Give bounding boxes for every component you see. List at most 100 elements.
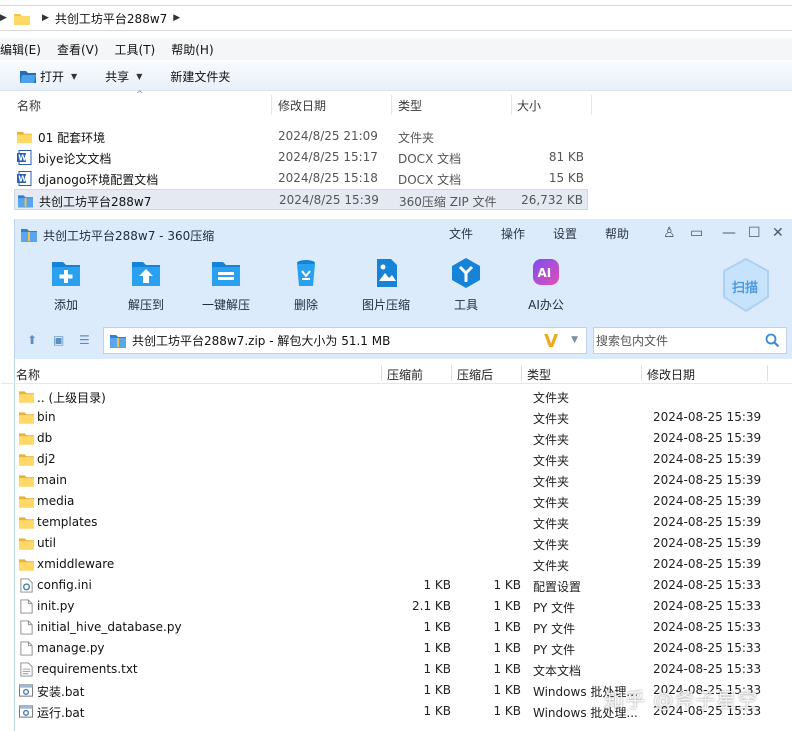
v-badge-icon[interactable]: V	[544, 331, 558, 352]
thumbnail-view-icon[interactable]: ▣	[53, 333, 64, 347]
file-name: bin	[37, 410, 56, 424]
column-divider[interactable]	[451, 365, 452, 381]
menu-tools[interactable]: 工具(T)	[115, 41, 156, 58]
zip-menu-file[interactable]: 文件	[449, 225, 473, 242]
column-size[interactable]: 大小	[517, 97, 541, 114]
file-date: 2024-08-25 15:39	[653, 452, 762, 466]
scan-button[interactable]: 扫描	[721, 257, 771, 313]
dropdown-arrow-icon[interactable]: ▼	[571, 335, 578, 345]
file-type: 文件夹	[533, 475, 570, 489]
column-divider[interactable]	[381, 365, 382, 381]
menu-help[interactable]: 帮助(H)	[171, 41, 213, 58]
address-path[interactable]: 共创工坊平台288w7	[55, 10, 167, 27]
folder-icon	[17, 131, 32, 144]
column-divider[interactable]	[521, 365, 522, 381]
column-type[interactable]: 类型	[527, 366, 551, 383]
zip-file-row[interactable]: dj2 文件夹 2024-08-25 15:39	[15, 449, 792, 470]
file-row-selected[interactable]: 共创工坊平台288w7 2024/8/25 15:39 360压缩 ZIP 文件…	[14, 189, 588, 210]
menu-edit[interactable]: 编辑(E)	[0, 41, 41, 58]
file-row[interactable]: W djanogo环境配置文档 2024/8/25 15:18 DOCX 文档 …	[14, 168, 588, 189]
column-type[interactable]: 类型	[398, 97, 422, 114]
zip-file-row[interactable]: main 文件夹 2024-08-25 15:39	[15, 470, 792, 491]
folder-icon	[19, 391, 34, 403]
zip-file-row[interactable]: util 文件夹 2024-08-25 15:39	[15, 533, 792, 554]
zip-file-row[interactable]: requirements.txt 1 KB 1 KB 文本文档 2024-08-25 1…	[15, 659, 792, 680]
delete-button[interactable]: 删除	[271, 257, 341, 313]
file-row[interactable]: W biye论文文档 2024/8/25 15:17 DOCX 文档 81 KB	[14, 147, 588, 168]
dropdown-arrow-icon[interactable]: ▼	[71, 72, 77, 81]
close-icon[interactable]: ✕	[772, 225, 784, 241]
minimize-icon[interactable]: —	[722, 225, 736, 241]
zip-file-row[interactable]: db 文件夹 2024-08-25 15:39	[15, 428, 792, 449]
column-date[interactable]: 修改日期	[278, 97, 326, 114]
back-chevron-icon[interactable]: ▶	[0, 13, 8, 23]
address-bar[interactable]: ▶ ▶ 共创工坊平台288w7 ▶	[0, 5, 792, 31]
zip-file-row[interactable]: config.ini 1 KB 1 KB 配置设置 2024-08-25 15:33	[15, 575, 792, 596]
search-input[interactable]	[594, 328, 754, 353]
zip-path-box[interactable]: 共创工坊平台288w7.zip - 解包大小为 51.1 MB V ▼	[103, 327, 587, 354]
size-before: 1 KB	[423, 683, 451, 697]
folder-icon	[19, 559, 34, 571]
zip-menu-help[interactable]: 帮助	[605, 225, 629, 242]
zip-file-row[interactable]: manage.py 1 KB 1 KB PY 文件 2024-08-25 15:33	[15, 638, 792, 659]
breadcrumb-chevron-icon[interactable]: ▶	[173, 13, 180, 23]
size-before: 1 KB	[423, 662, 451, 676]
bat-file-icon	[19, 705, 34, 718]
file-row[interactable]: 01 配套环境 2024/8/25 21:09 文件夹	[14, 126, 588, 147]
column-divider[interactable]	[391, 95, 392, 115]
up-level-icon[interactable]: ⬆	[27, 333, 37, 347]
open-button[interactable]: 打开 ▼	[20, 68, 77, 85]
column-name[interactable]: 名称	[16, 366, 40, 383]
menu-view[interactable]: 查看(V)	[57, 41, 99, 58]
zip-file-row[interactable]: .. (上级目录) 文件夹	[15, 386, 792, 407]
zip-file-row[interactable]: xmiddleware 文件夹 2024-08-25 15:39	[15, 554, 792, 575]
search-icon[interactable]	[765, 333, 780, 348]
file-type: 文件夹	[533, 391, 570, 405]
column-name[interactable]: 名称	[17, 97, 41, 114]
zip-menu-settings[interactable]: 设置	[553, 225, 577, 242]
image-compress-button[interactable]: 图片压缩	[351, 257, 421, 313]
size-after: 1 KB	[493, 578, 521, 592]
tools-button[interactable]: 工具	[431, 257, 501, 313]
zip-file-row[interactable]: init.py 2.1 KB 1 KB PY 文件 2024-08-25 15:33	[15, 596, 792, 617]
column-divider[interactable]	[591, 95, 592, 115]
skin-shirt-icon[interactable]: ♙	[663, 225, 676, 241]
file-icon	[20, 620, 33, 635]
share-button[interactable]: 共享 ▼	[105, 68, 142, 85]
breadcrumb-chevron-icon[interactable]: ▶	[42, 13, 49, 23]
column-size-after[interactable]: 压缩后	[457, 366, 493, 383]
one-click-extract-label: 一键解压	[201, 298, 250, 312]
zip-menu-operation[interactable]: 操作	[501, 225, 525, 242]
file-type: 文件夹	[533, 559, 570, 573]
zip-title-bar[interactable]: 共创工坊平台288w7 - 360压缩 文件 操作 设置 帮助 ♙ ▭ — ☐ …	[15, 219, 792, 251]
ai-office-button[interactable]: AI AI办公	[511, 257, 581, 313]
dropdown-arrow-icon[interactable]: ▼	[136, 72, 142, 81]
new-folder-button[interactable]: 新建文件夹	[170, 68, 230, 85]
column-divider[interactable]	[641, 365, 642, 381]
column-size-before[interactable]: 压缩前	[387, 366, 423, 383]
zip-file-row[interactable]: initial_hive_database.py 1 KB 1 KB PY 文件 202…	[15, 617, 792, 638]
feedback-icon[interactable]: ▭	[690, 225, 703, 241]
file-name: init.py	[37, 599, 75, 613]
folder-icon	[14, 13, 30, 25]
file-date: 2024-08-25 15:33	[653, 662, 762, 676]
file-date: 2024-08-25 15:39	[653, 473, 762, 487]
watermark-text: 知乎 @斧子星空	[604, 688, 759, 712]
maximize-icon[interactable]: ☐	[748, 225, 761, 241]
add-button[interactable]: 添加	[31, 257, 101, 313]
column-divider[interactable]	[271, 95, 272, 115]
column-date[interactable]: 修改日期	[647, 366, 695, 383]
text-file-icon	[20, 662, 33, 677]
zip-file-row[interactable]: bin 文件夹 2024-08-25 15:39	[15, 407, 792, 428]
column-divider[interactable]	[767, 365, 768, 381]
extract-to-button[interactable]: 解压到	[111, 257, 181, 313]
zip-file-row[interactable]: media 文件夹 2024-08-25 15:39	[15, 491, 792, 512]
size-after: 1 KB	[493, 662, 521, 676]
file-type: 文本文档	[533, 664, 582, 678]
list-view-icon[interactable]: ☰	[79, 333, 90, 347]
word-doc-icon: W	[17, 150, 32, 165]
file-type: 文件夹	[533, 454, 570, 468]
one-click-extract-button[interactable]: 一键解压	[191, 257, 261, 313]
column-divider[interactable]	[511, 95, 512, 115]
zip-file-row[interactable]: templates 文件夹 2024-08-25 15:39	[15, 512, 792, 533]
